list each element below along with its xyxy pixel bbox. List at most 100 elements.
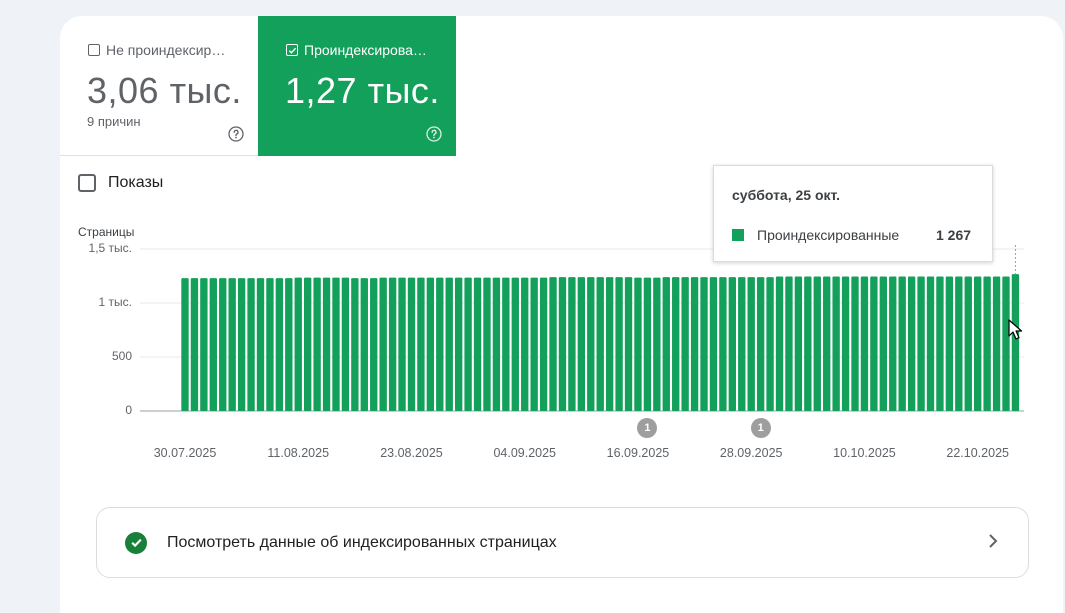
- chart-bar[interactable]: [275, 278, 284, 411]
- chart-bar[interactable]: [577, 277, 586, 411]
- chart-bar[interactable]: [681, 277, 689, 411]
- chart-bar[interactable]: [823, 276, 831, 411]
- tooltip-series-row: Проиндексированные: [732, 227, 899, 243]
- chart-bar[interactable]: [266, 278, 274, 411]
- chart-bar[interactable]: [841, 276, 850, 411]
- chart-bar[interactable]: [898, 276, 906, 411]
- chart-bar[interactable]: [870, 276, 878, 411]
- chart-bar[interactable]: [247, 278, 255, 411]
- view-indexed-pages-link[interactable]: Посмотреть данные об индексированных стр…: [96, 507, 1029, 578]
- chart-bar[interactable]: [992, 276, 1001, 411]
- chart-bar[interactable]: [407, 277, 416, 411]
- chart-bar[interactable]: [860, 276, 869, 411]
- chart-bar[interactable]: [1002, 276, 1010, 411]
- chart-bar[interactable]: [549, 277, 557, 411]
- chart-bar[interactable]: [370, 278, 378, 411]
- chart-bar[interactable]: [219, 278, 227, 411]
- chart-bar[interactable]: [200, 278, 208, 411]
- chart-bar[interactable]: [454, 277, 463, 411]
- chart-bar[interactable]: [719, 277, 727, 411]
- chart-bar[interactable]: [605, 277, 614, 411]
- chart-bar[interactable]: [983, 276, 991, 411]
- chart-bar[interactable]: [436, 277, 444, 411]
- chart-bar[interactable]: [398, 277, 406, 411]
- chart-bar[interactable]: [738, 277, 746, 411]
- chart-bar[interactable]: [464, 277, 472, 411]
- x-tick-label: 23.08.2025: [380, 446, 443, 460]
- chart-bar[interactable]: [624, 277, 633, 411]
- chart-bar[interactable]: [360, 278, 368, 411]
- chart-bar[interactable]: [445, 277, 453, 411]
- chart-bar[interactable]: [388, 277, 397, 411]
- chart-bar[interactable]: [596, 277, 604, 411]
- y-tick-label: 1 тыс.: [98, 295, 132, 309]
- chart-bar[interactable]: [332, 277, 340, 411]
- chart-bar[interactable]: [294, 277, 302, 411]
- chart-bar[interactable]: [209, 278, 217, 411]
- chart-bar[interactable]: [974, 276, 982, 411]
- chart-bar[interactable]: [747, 277, 755, 411]
- chart-bar[interactable]: [794, 276, 803, 411]
- chart-bar[interactable]: [709, 277, 718, 411]
- chart-bar[interactable]: [483, 277, 491, 411]
- chart-bar[interactable]: [907, 276, 916, 411]
- x-tick-label: 10.10.2025: [833, 446, 896, 460]
- chart-bar[interactable]: [256, 278, 265, 411]
- chart-bar[interactable]: [539, 277, 548, 411]
- chart-bar[interactable]: [1011, 274, 1020, 411]
- chart-bar[interactable]: [634, 277, 642, 411]
- x-tick-label: 11.08.2025: [267, 446, 330, 460]
- chart-bar[interactable]: [936, 276, 944, 411]
- chart-bar[interactable]: [690, 277, 699, 411]
- chart-bar[interactable]: [313, 277, 321, 411]
- chart-bar[interactable]: [190, 278, 199, 411]
- chart-bar[interactable]: [587, 277, 595, 411]
- chart-bar[interactable]: [351, 278, 359, 411]
- chart-bar[interactable]: [492, 277, 501, 411]
- annotation-marker[interactable]: 1: [750, 418, 771, 438]
- chart-bar[interactable]: [426, 277, 435, 411]
- chart-bar[interactable]: [756, 277, 765, 411]
- chart-bar[interactable]: [917, 276, 925, 411]
- chart-bar[interactable]: [473, 277, 482, 411]
- chart-bar[interactable]: [879, 276, 888, 411]
- chart-bar[interactable]: [653, 277, 661, 411]
- chart-bar[interactable]: [237, 278, 246, 411]
- chart-bar[interactable]: [728, 277, 737, 411]
- chart-bar[interactable]: [285, 278, 293, 411]
- chart-bar[interactable]: [775, 276, 784, 411]
- chart-bar[interactable]: [672, 277, 680, 411]
- chart-bar[interactable]: [700, 277, 708, 411]
- chart-bar[interactable]: [766, 277, 774, 411]
- chart-bar[interactable]: [955, 276, 963, 411]
- index-report-card: Не проиндексир… 3,06 тыс. 9 причин Проин…: [60, 16, 1063, 613]
- chart-bar[interactable]: [228, 278, 236, 411]
- chart-bar[interactable]: [851, 276, 859, 411]
- x-tick-label: 16.09.2025: [606, 446, 670, 460]
- chart-bar[interactable]: [889, 276, 897, 411]
- y-tick-label: 1,5 тыс.: [88, 241, 132, 255]
- chart-bar[interactable]: [926, 276, 935, 411]
- chart-bar[interactable]: [530, 277, 538, 411]
- chart-bar[interactable]: [615, 277, 623, 411]
- chart-bar[interactable]: [521, 277, 529, 411]
- chart-bar[interactable]: [303, 277, 312, 411]
- chart-bar[interactable]: [662, 277, 670, 411]
- check-circle-icon: [125, 531, 147, 554]
- chart-bar[interactable]: [502, 277, 510, 411]
- chart-bar[interactable]: [558, 277, 567, 411]
- chart-bar[interactable]: [511, 277, 519, 411]
- chart-bar[interactable]: [832, 276, 840, 411]
- chart-bar[interactable]: [417, 277, 425, 411]
- chart-bar[interactable]: [813, 276, 821, 411]
- chart-bar[interactable]: [945, 276, 954, 411]
- chart-bar[interactable]: [181, 278, 189, 411]
- chart-bar[interactable]: [568, 277, 576, 411]
- chart-bar[interactable]: [785, 276, 793, 411]
- chart-bar[interactable]: [804, 276, 812, 411]
- chart-bar[interactable]: [322, 277, 331, 411]
- chart-bar[interactable]: [964, 276, 972, 411]
- chart-bar[interactable]: [643, 277, 652, 411]
- chart-bar[interactable]: [379, 277, 387, 411]
- chart-bar[interactable]: [341, 277, 350, 411]
